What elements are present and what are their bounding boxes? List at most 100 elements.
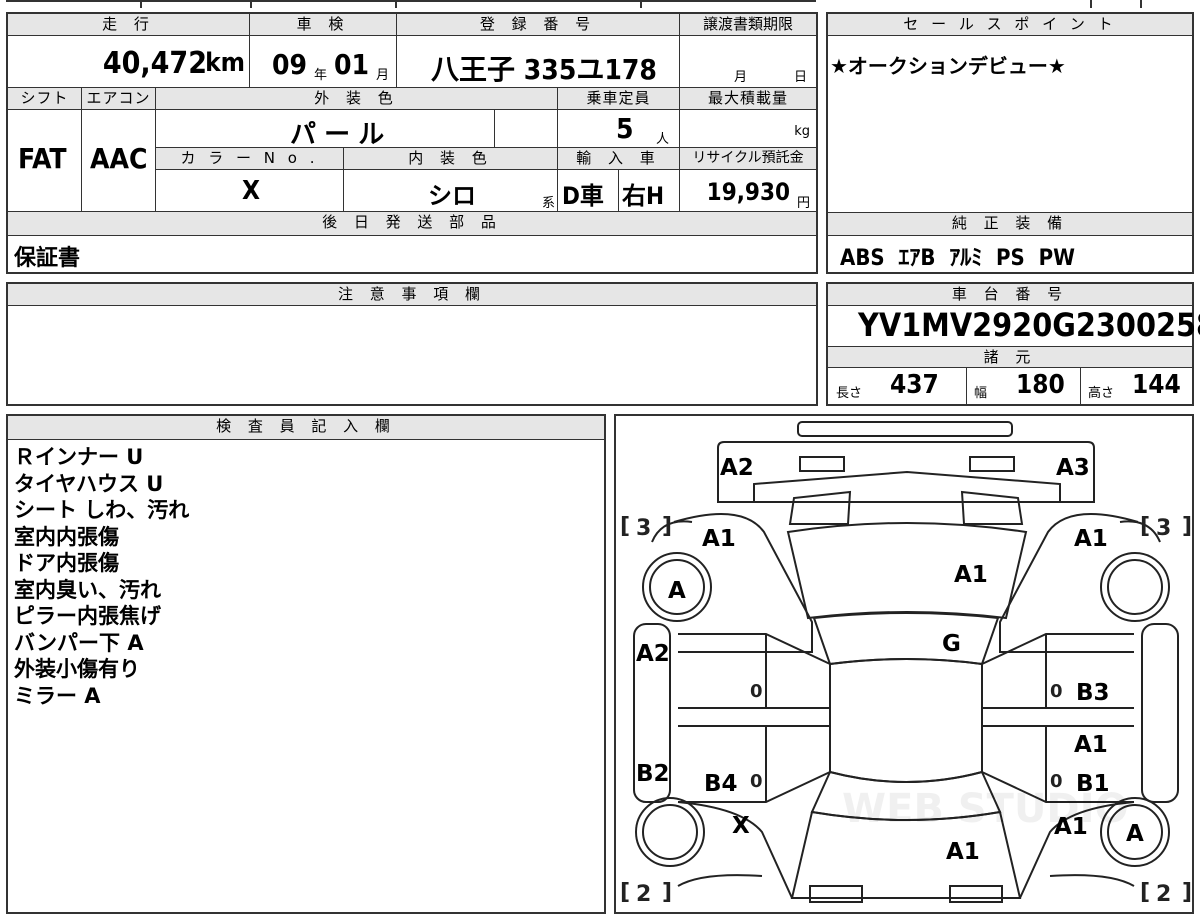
svg-text:[: [: [620, 880, 630, 905]
exterior-header: 外 装 色: [156, 88, 558, 110]
svg-text:]: ]: [662, 880, 672, 905]
recycle-unit: 円: [796, 196, 810, 211]
code-front-left-bumper: A2: [720, 455, 754, 481]
colorno-header: カ ラ ー N o .: [156, 148, 344, 170]
capacity-cell: 5 人: [558, 110, 680, 148]
svg-text:[: [: [1140, 514, 1150, 539]
mileage-unit: km: [205, 48, 245, 78]
inspector-note: ドア内張傷: [14, 551, 119, 575]
recycle-header: リサイクル預託金: [680, 148, 816, 170]
height-value: 144: [1132, 370, 1181, 400]
svg-text:[: [: [1140, 880, 1150, 905]
code-front-right-fender: A1: [1074, 526, 1108, 552]
inspector-note: ミラー A: [14, 683, 101, 708]
shift-cell: FAT: [8, 110, 82, 212]
svg-text:]: ]: [1182, 880, 1192, 905]
shaken-year: 09: [272, 48, 308, 81]
colorno-value: X: [242, 176, 261, 206]
capacity-value: 5: [616, 112, 634, 145]
code-front-left-tire: A: [668, 578, 686, 604]
height-label: 高さ: [1088, 386, 1115, 401]
load-unit: kg: [794, 124, 810, 139]
specs-row: 長さ 437 幅 180 高さ 144: [828, 368, 1192, 404]
interior-unit: 系: [541, 196, 555, 211]
width-value: 180: [1016, 370, 1065, 400]
code-windshield: G: [942, 631, 961, 657]
code-right-rear-door-upper: A1: [1074, 732, 1108, 758]
import-header: 輸 入 車: [558, 148, 680, 170]
inspector-note: シート しわ、汚れ: [14, 498, 190, 522]
inspector-note: ピラー内張焦げ: [14, 604, 161, 628]
inspector-note: Ｒインナー U: [14, 445, 144, 469]
watermark-text: WEB STUDIO: [842, 786, 1129, 832]
code-left-rear-door: B4: [704, 771, 738, 797]
transfer-day-unit: 日: [794, 70, 808, 85]
shift-value: FAT: [18, 142, 67, 175]
top-strip: [0, 0, 1200, 8]
code-front-left-fender: A1: [702, 526, 736, 552]
ac-value: AAC: [90, 142, 148, 175]
svg-text:]: ]: [1182, 514, 1192, 539]
transfer-cell: 月 日: [680, 36, 816, 88]
length-label: 長さ: [836, 386, 863, 401]
ac-cell: AAC: [82, 110, 156, 212]
exterior-cell: パ ー ル: [156, 110, 558, 150]
equipment-value: ABS ｴｱB ｱﾙﾐ PS PW: [840, 246, 1075, 271]
width-label: 幅: [974, 386, 988, 401]
chassis-header: 車 台 番 号: [828, 284, 1192, 306]
code-front-right-bumper: A3: [1056, 455, 1090, 481]
inspector-note: 室内内張傷: [14, 524, 119, 549]
inspector-note: 外装小傷有り: [14, 657, 140, 681]
caution-box: 注 意 事 項 欄: [6, 282, 818, 406]
interior-header: 内 装 色: [344, 148, 558, 170]
inspector-header: 検 査 員 記 入 欄: [8, 416, 604, 440]
later-parts-value: 保証書: [14, 246, 81, 271]
specs-header: 諸 元: [828, 346, 1192, 368]
length-value: 437: [890, 370, 939, 400]
shaken-cell: 09 年 01 月: [250, 36, 397, 88]
inspector-note: タイヤハウス U: [14, 471, 164, 496]
recycle-cell: 19,930 円: [680, 170, 816, 212]
exterior-value: パ ー ル: [290, 120, 385, 150]
caution-header: 注 意 事 項 欄: [8, 284, 816, 306]
ac-header: エアコン: [82, 88, 156, 110]
code-rear-right-tire: A: [1126, 821, 1144, 847]
zero-mark: 0: [750, 681, 763, 702]
car-diagram-box: [ 3 ] [ 3 ] [ 2 ] [ 2 ] 0 0 0 0 A2 A3 A1…: [614, 414, 1194, 914]
import-value-1: D車: [562, 182, 604, 210]
shaken-month-unit: 月: [376, 68, 390, 83]
mileage-header: 走 行: [8, 14, 250, 36]
svg-text:]: ]: [662, 514, 672, 539]
chassis-number: YV1MV2920G2300258: [858, 306, 1200, 344]
tread-rear-right: 2: [1156, 882, 1171, 907]
tread-front-left: 3: [636, 516, 651, 541]
interior-cell: シロ 系: [344, 170, 558, 212]
mileage-cell: 40,472 km: [8, 36, 250, 88]
code-trunk: A1: [946, 839, 980, 865]
shaken-month: 01: [334, 48, 370, 81]
code-left-rear-sill: B2: [636, 761, 670, 787]
plate-value: 八王子 335ユ178: [431, 53, 657, 86]
transfer-header: 譲渡書類期限: [680, 14, 816, 36]
tread-front-right: 3: [1156, 516, 1171, 541]
sales-point-text: ★オークションデビュー★: [830, 54, 1066, 78]
inspector-notes: Ｒインナー U タイヤハウス U シート しわ、汚れ 室内内張傷 ドア内張傷 室…: [14, 444, 594, 709]
inspector-box: 検 査 員 記 入 欄 Ｒインナー U タイヤハウス U シート しわ、汚れ 室…: [6, 414, 606, 914]
shaken-header: 車 検: [250, 14, 397, 36]
code-left-rear-fender: X: [732, 813, 750, 839]
shaken-year-unit: 年: [314, 68, 328, 83]
tread-rear-left: 2: [636, 882, 651, 907]
recycle-value: 19,930: [706, 178, 790, 206]
chassis-box: 車 台 番 号 YV1MV2920G2300258 諸 元 長さ 437 幅 1…: [826, 282, 1200, 406]
code-hood: A1: [954, 562, 988, 588]
vehicle-info-grid: 走 行 車 検 登 録 番 号 譲渡書類期限 40,472 km 09 年 01…: [6, 12, 818, 274]
import-value-2: 右H: [622, 182, 665, 210]
equipment-header: 純 正 装 備: [828, 212, 1192, 236]
import-cell: D車 右H: [558, 170, 680, 212]
load-header: 最大積載量: [680, 88, 816, 110]
plate-cell: 八王子 335ユ178: [397, 36, 680, 88]
load-cell: kg: [680, 110, 816, 148]
colorno-cell: X: [156, 170, 344, 212]
mileage-value: 40,472: [102, 46, 207, 81]
capacity-header: 乗車定員: [558, 88, 680, 110]
